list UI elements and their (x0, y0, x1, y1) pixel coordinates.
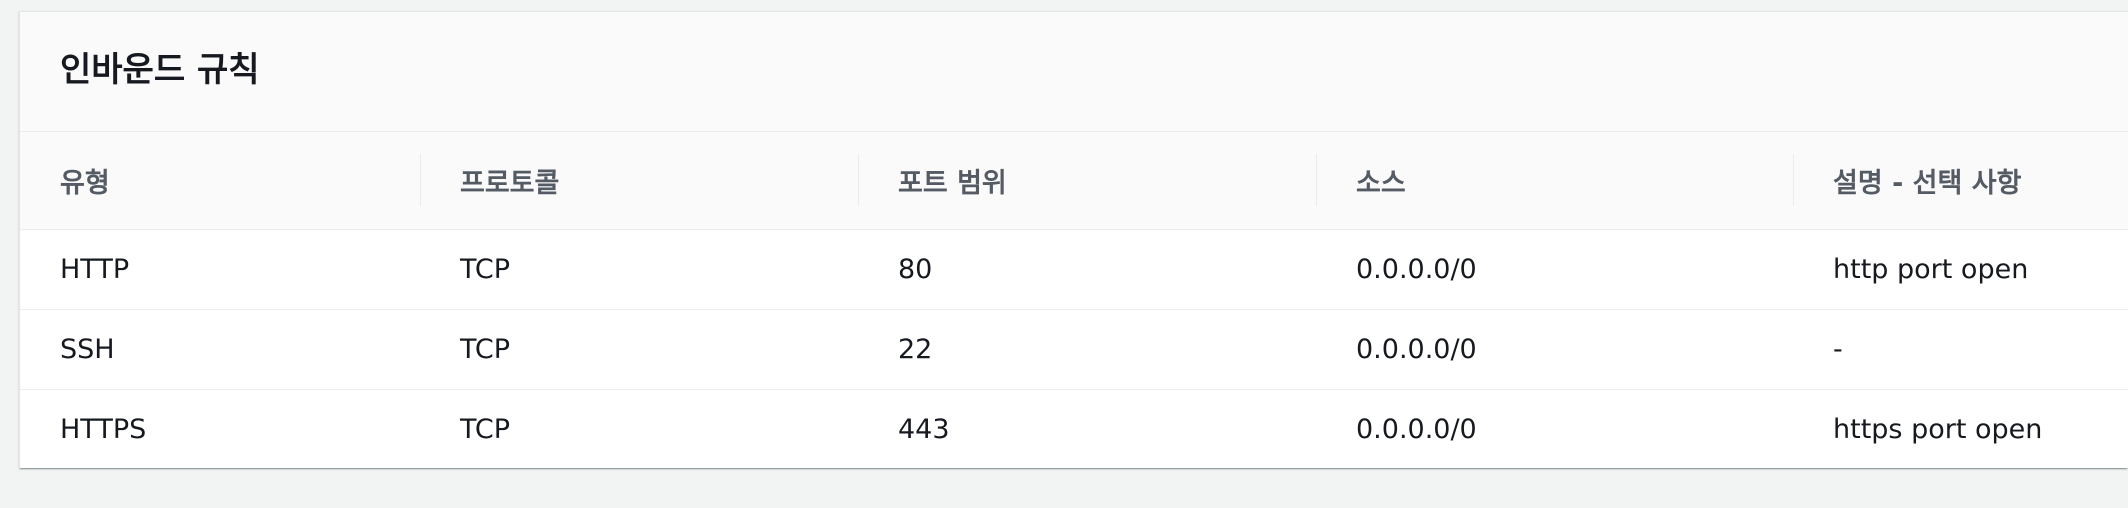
panel-header: 인바운드 규칙 (20, 12, 2128, 132)
cell-source: 0.0.0.0/0 (1356, 413, 1477, 445)
cell-type: HTTP (60, 253, 130, 285)
cell-port-range: 80 (898, 253, 933, 285)
column-header-source: 소스 (1316, 132, 1793, 230)
inbound-rules-table: 유형 프로토콜 포트 범위 소스 설명 - 선택 사항 HTTP TCP 80 … (20, 132, 2128, 469)
column-header-label: 소스 (1356, 167, 1406, 199)
cell-source: 0.0.0.0/0 (1356, 253, 1477, 285)
panel-title: 인바운드 규칙 (60, 50, 260, 90)
column-header-description: 설명 - 선택 사항 (1793, 132, 2128, 230)
column-divider (1316, 154, 1317, 206)
cell-port-range: 22 (898, 333, 933, 365)
cell-protocol: TCP (460, 413, 511, 445)
cell-description: - (1833, 333, 1843, 365)
column-header-protocol: 프로토콜 (420, 132, 858, 230)
table-row: SSH TCP 22 0.0.0.0/0 - (20, 309, 2128, 389)
column-header-type: 유형 (20, 132, 420, 230)
table-row: HTTP TCP 80 0.0.0.0/0 http port open (20, 229, 2128, 309)
column-header-label: 설명 - 선택 사항 (1833, 167, 2022, 199)
column-header-label: 유형 (60, 167, 110, 199)
column-divider (858, 154, 859, 206)
cell-type: HTTPS (60, 413, 147, 445)
column-divider (1793, 154, 1794, 206)
column-header-label: 프로토콜 (460, 167, 560, 199)
cell-protocol: TCP (460, 333, 511, 365)
column-header-label: 포트 범위 (898, 167, 1007, 199)
cell-port-range: 443 (898, 413, 950, 445)
cell-protocol: TCP (460, 253, 511, 285)
inbound-rules-panel: 인바운드 규칙 유형 프로토콜 포트 범위 소스 설명 - 선택 사항 HTTP… (19, 11, 2128, 468)
table-header-row: 유형 프로토콜 포트 범위 소스 설명 - 선택 사항 (20, 132, 2128, 230)
column-divider (420, 154, 421, 206)
table-row: HTTPS TCP 443 0.0.0.0/0 https port open (20, 389, 2128, 469)
cell-type: SSH (60, 333, 115, 365)
cell-description: http port open (1833, 253, 2029, 285)
cell-source: 0.0.0.0/0 (1356, 333, 1477, 365)
column-header-port-range: 포트 범위 (858, 132, 1316, 230)
cell-description: https port open (1833, 413, 2043, 445)
